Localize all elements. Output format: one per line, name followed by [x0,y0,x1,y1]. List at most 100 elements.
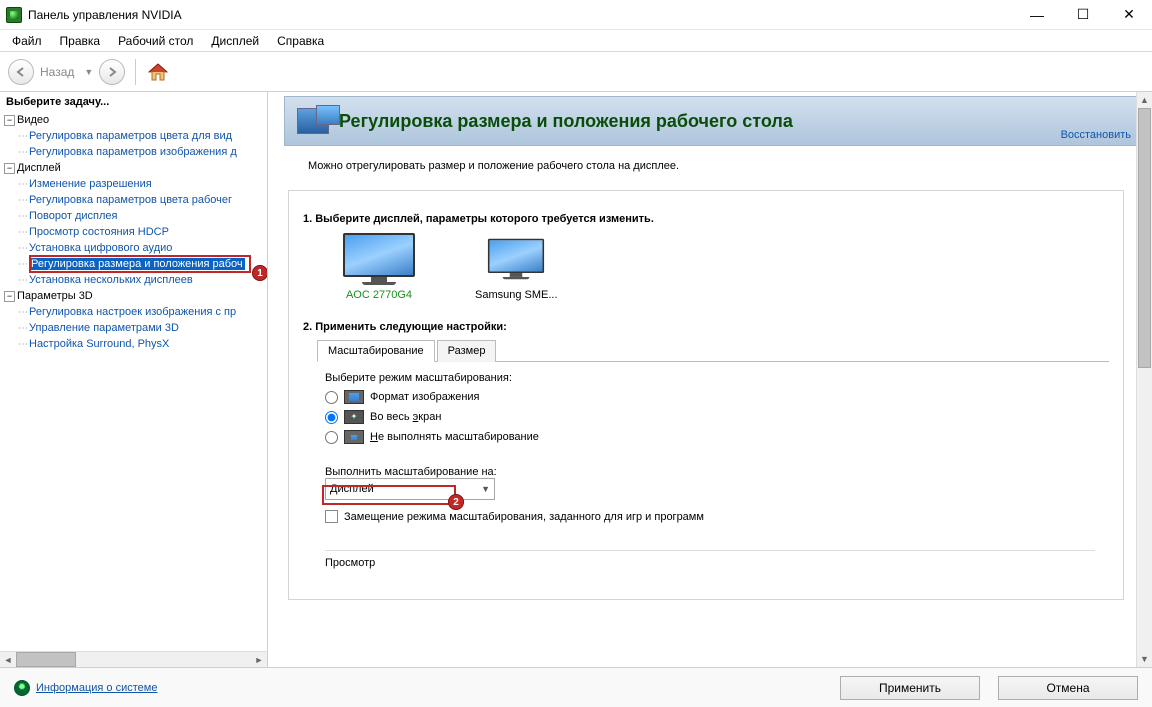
scroll-up-icon[interactable]: ▲ [1137,92,1152,108]
home-button[interactable] [146,61,170,83]
workspace: Выберите задачу... −Видео ⋯Регулировка п… [0,92,1152,667]
forward-button[interactable] [99,59,125,85]
mode-icon-aspect [344,390,364,404]
menu-file[interactable]: Файл [4,32,50,50]
nvidia-app-icon [6,7,22,23]
step1-label: 1. Выберите дисплей, параметры которого … [303,213,1109,225]
tree-cat-display[interactable]: −Дисплей [4,160,267,176]
perform-scaling-on-dropdown[interactable]: Дисплей ▼ [325,478,495,500]
window-title: Панель управления NVIDIA [28,8,1014,22]
scrollbar-thumb[interactable] [16,652,76,667]
page-header: Регулировка размера и положения рабочего… [284,96,1142,146]
tree-item[interactable]: ⋯Изменение разрешения [4,176,267,192]
tree-item[interactable]: ⋯Просмотр состояния HDCP [4,224,267,240]
tree-item[interactable]: ⋯Регулировка настроек изображения с пр [4,304,267,320]
monitor-icon [488,239,544,280]
tree-item[interactable]: ⋯Установка цифрового аудио [4,240,267,256]
page-intro: Можно отрегулировать размер и положение … [308,160,1122,172]
main-vertical-scrollbar[interactable]: ▲ ▼ [1136,92,1152,667]
checkbox-label: Замещение режима масштабирования, заданн… [344,511,704,523]
radio-label: Во весь экран [370,411,441,423]
tab-strip: Масштабирование Размер [317,339,1109,362]
display-option-1[interactable]: AOC 2770G4 [343,233,415,301]
radio-fullscreen[interactable]: ✦ Во весь экран [325,410,1095,424]
task-prompt: Выберите задачу... [0,92,267,112]
main-panel: Регулировка размера и положения рабочего… [268,92,1152,667]
menu-desktop[interactable]: Рабочий стол [110,32,201,50]
annotation-badge-1: 1 [252,265,268,281]
scroll-right-icon[interactable]: ► [251,652,267,667]
radio-input[interactable] [325,431,338,444]
radio-label: Формат изображения [370,391,480,403]
close-button[interactable]: ✕ [1106,0,1152,29]
restore-link[interactable]: Восстановить [1061,129,1131,141]
toolbar: Назад ▼ [0,52,1152,92]
tree-item-adjust-size-position[interactable]: ⋯Регулировка размера и положения рабоч [4,256,267,272]
display-name: AOC 2770G4 [343,289,415,301]
back-button[interactable] [8,59,34,85]
mode-icon-fullscreen: ✦ [344,410,364,424]
tree-item[interactable]: ⋯Поворот дисплея [4,208,267,224]
radio-input[interactable] [325,411,338,424]
settings-panel: 1. Выберите дисплей, параметры которого … [288,190,1124,600]
scroll-left-icon[interactable]: ◄ [0,652,16,667]
tree-item[interactable]: ⋯Настройка Surround, PhysX [4,336,267,352]
cancel-button[interactable]: Отмена [998,676,1138,700]
radio-input[interactable] [325,391,338,404]
mode-icon-noscale [344,430,364,444]
step2-label: 2. Применить следующие настройки: [303,321,1109,333]
tree-item[interactable]: ⋯Управление параметрами 3D [4,320,267,336]
maximize-button[interactable]: ☐ [1060,0,1106,29]
tree-cat-3d[interactable]: −Параметры 3D [4,288,267,304]
sysinfo-link[interactable]: Информация о системе [36,682,157,694]
dropdown-value: Дисплей [330,483,374,495]
scroll-down-icon[interactable]: ▼ [1137,651,1152,667]
override-checkbox-row[interactable]: Замещение режима масштабирования, заданн… [325,510,1095,523]
divider [325,533,1095,551]
window-controls: — ☐ ✕ [1014,0,1152,29]
collapse-icon[interactable]: − [4,291,15,302]
scrollbar-thumb[interactable] [1138,108,1151,368]
footer: ✹ Информация о системе Применить Отмена [0,667,1152,707]
back-label: Назад [40,65,74,79]
scaling-mode-prompt: Выберите режим масштабирования: [325,372,1095,384]
monitor-icon [343,233,415,285]
titlebar: Панель управления NVIDIA — ☐ ✕ [0,0,1152,30]
checkbox[interactable] [325,510,338,523]
tab-scaling[interactable]: Масштабирование [317,340,435,362]
radio-aspect-ratio[interactable]: Формат изображения [325,390,1095,404]
tree-cat-video[interactable]: −Видео [4,112,267,128]
back-dropdown-icon[interactable]: ▼ [84,67,93,77]
tree-item[interactable]: ⋯Регулировка параметров цвета для вид [4,128,267,144]
display-option-2[interactable]: Samsung SME... [475,233,558,301]
collapse-icon[interactable]: − [4,163,15,174]
menu-help[interactable]: Справка [269,32,332,50]
page-header-icon [297,108,329,134]
menu-display[interactable]: Дисплей [203,32,267,50]
tab-body-scaling: Выберите режим масштабирования: Формат и… [303,362,1109,599]
preview-label: Просмотр [325,557,1095,569]
collapse-icon[interactable]: − [4,115,15,126]
page-title: Регулировка размера и положения рабочего… [339,111,793,132]
annotation-badge-2: 2 [448,494,464,510]
tree-item[interactable]: ⋯Регулировка параметров изображения д [4,144,267,160]
display-selector: AOC 2770G4 Samsung SME... [343,233,1109,301]
display-name: Samsung SME... [475,289,558,301]
sidebar-horizontal-scrollbar[interactable]: ◄ ► [0,651,267,667]
radio-no-scaling[interactable]: Не выполнять масштабирование [325,430,1095,444]
chevron-down-icon: ▼ [481,484,490,494]
tree-item[interactable]: ⋯Установка нескольких дисплеев [4,272,267,288]
tree-item[interactable]: ⋯Регулировка параметров цвета рабочег [4,192,267,208]
minimize-button[interactable]: — [1014,0,1060,29]
radio-label: Не выполнять масштабирование [370,431,539,443]
sidebar: Выберите задачу... −Видео ⋯Регулировка п… [0,92,268,667]
menu-edit[interactable]: Правка [52,32,109,50]
apply-button[interactable]: Применить [840,676,980,700]
toolbar-separator [135,59,136,85]
task-tree: −Видео ⋯Регулировка параметров цвета для… [0,112,267,352]
spacer [325,575,1095,593]
perform-scaling-on-label: Выполнить масштабирование на: [325,466,1095,478]
menubar: Файл Правка Рабочий стол Дисплей Справка [0,30,1152,52]
sysinfo-icon: ✹ [14,680,30,696]
tab-size[interactable]: Размер [437,340,497,362]
